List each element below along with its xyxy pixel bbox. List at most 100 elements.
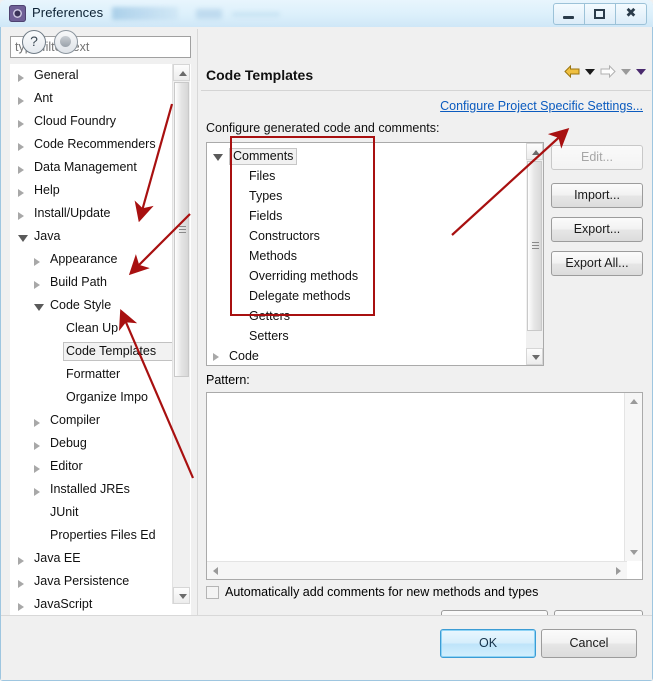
- sidebar-item-javascript[interactable]: JavaScript: [10, 593, 191, 616]
- sidebar-item-java-ee[interactable]: Java EE: [10, 547, 191, 570]
- template-item-comments[interactable]: Comments: [207, 146, 543, 166]
- sidebar-item-organize-impo[interactable]: Organize Impo: [10, 386, 191, 409]
- code-templates-tree[interactable]: CommentsFilesTypesFieldsConstructorsMeth…: [206, 142, 544, 366]
- chevron-down-icon[interactable]: [34, 304, 44, 311]
- forward-history-chevron-down-icon[interactable]: [621, 69, 631, 75]
- scroll-up-button[interactable]: [625, 393, 642, 410]
- sidebar-item-code-style[interactable]: Code Style: [10, 294, 191, 317]
- sidebar-item-general[interactable]: General: [10, 64, 191, 87]
- maximize-button[interactable]: [585, 3, 616, 25]
- export-button[interactable]: Export...: [551, 217, 643, 242]
- sidebar-item-label: Java Persistence: [34, 570, 129, 593]
- back-arrow-icon[interactable]: [564, 65, 580, 78]
- template-item-label: Files: [249, 166, 275, 186]
- template-item-files[interactable]: Files: [207, 166, 543, 186]
- chevron-down-icon[interactable]: [18, 235, 28, 242]
- cancel-button[interactable]: Cancel: [541, 629, 637, 658]
- sidebar-item-cloud-foundry[interactable]: Cloud Foundry: [10, 110, 191, 133]
- sidebar-item-installed-jres[interactable]: Installed JREs: [10, 478, 191, 501]
- chevron-right-icon[interactable]: [34, 419, 40, 427]
- chevron-right-icon[interactable]: [18, 74, 24, 82]
- forward-arrow-icon[interactable]: [600, 65, 616, 78]
- chevron-right-icon[interactable]: [34, 281, 40, 289]
- chevron-right-icon[interactable]: [34, 465, 40, 473]
- sidebar-item-junit[interactable]: JUnit: [10, 501, 191, 524]
- ok-button[interactable]: OK: [440, 629, 536, 658]
- template-item-setters[interactable]: Setters: [207, 326, 543, 346]
- sidebar-item-java[interactable]: Java: [10, 225, 191, 248]
- scroll-down-button[interactable]: [625, 544, 642, 561]
- sidebar-item-debug[interactable]: Debug: [10, 432, 191, 455]
- template-item-methods[interactable]: Methods: [207, 246, 543, 266]
- chevron-right-icon[interactable]: [18, 603, 24, 611]
- template-item-types[interactable]: Types: [207, 186, 543, 206]
- sidebar-item-properties-files-ed[interactable]: Properties Files Ed: [10, 524, 191, 547]
- scroll-up-button[interactable]: [526, 143, 543, 160]
- sidebar-item-label: Properties Files Ed: [50, 524, 156, 547]
- scroll-down-button[interactable]: [173, 587, 190, 604]
- template-item-overriding-methods[interactable]: Overriding methods: [207, 266, 543, 286]
- template-item-fields[interactable]: Fields: [207, 206, 543, 226]
- scroll-thumb[interactable]: [174, 82, 189, 377]
- template-item-label: Setters: [249, 326, 289, 346]
- auto-comment-checkbox[interactable]: [206, 586, 219, 599]
- sidebar-item-ant[interactable]: Ant: [10, 87, 191, 110]
- sidebar-item-compiler[interactable]: Compiler: [10, 409, 191, 432]
- chevron-right-icon[interactable]: [18, 97, 24, 105]
- templates-vertical-scrollbar[interactable]: [526, 143, 543, 365]
- sidebar-item-formatter[interactable]: Formatter: [10, 363, 191, 386]
- chevron-right-icon[interactable]: [18, 580, 24, 588]
- pattern-label: Pattern:: [206, 373, 250, 387]
- template-item-constructors[interactable]: Constructors: [207, 226, 543, 246]
- sidebar-item-build-path[interactable]: Build Path: [10, 271, 191, 294]
- scroll-down-button[interactable]: [526, 348, 543, 365]
- chevron-right-icon[interactable]: [18, 166, 24, 174]
- chevron-right-icon[interactable]: [34, 258, 40, 266]
- scroll-right-button[interactable]: [610, 562, 627, 579]
- scroll-thumb[interactable]: [527, 161, 542, 331]
- chevron-right-icon[interactable]: [18, 143, 24, 151]
- chevron-right-icon[interactable]: [213, 353, 219, 361]
- chevron-right-icon[interactable]: [18, 120, 24, 128]
- chevron-right-icon[interactable]: [18, 189, 24, 197]
- chevron-right-icon[interactable]: [18, 557, 24, 565]
- chevron-right-icon[interactable]: [18, 212, 24, 220]
- edit-button[interactable]: Edit...: [551, 145, 643, 170]
- configure-project-specific-settings-link[interactable]: Configure Project Specific Settings...: [440, 99, 643, 113]
- scroll-left-button[interactable]: [207, 562, 224, 579]
- sidebar-item-data-management[interactable]: Data Management: [10, 156, 191, 179]
- sidebar-item-appearance[interactable]: Appearance: [10, 248, 191, 271]
- template-item-label: Overriding methods: [249, 266, 358, 286]
- sidebar-item-java-persistence[interactable]: Java Persistence: [10, 570, 191, 593]
- sidebar-vertical-scrollbar[interactable]: [172, 64, 190, 604]
- minimize-button[interactable]: [553, 3, 585, 25]
- sidebar-item-clean-up[interactable]: Clean Up: [10, 317, 191, 340]
- sidebar-item-install-update[interactable]: Install/Update: [10, 202, 191, 225]
- sidebar-item-editor[interactable]: Editor: [10, 455, 191, 478]
- chevron-right-icon[interactable]: [34, 442, 40, 450]
- view-menu-chevron-down-icon[interactable]: [636, 69, 646, 75]
- close-button[interactable]: ✖: [616, 3, 647, 25]
- template-item-delegate-methods[interactable]: Delegate methods: [207, 286, 543, 306]
- auto-comment-row[interactable]: Automatically add comments for new metho…: [206, 585, 538, 599]
- template-item-getters[interactable]: Getters: [207, 306, 543, 326]
- code-templates-tree-body: CommentsFilesTypesFieldsConstructorsMeth…: [207, 143, 543, 366]
- ring-button-icon[interactable]: [54, 30, 78, 54]
- sidebar-item-label: Code Templates: [66, 340, 156, 363]
- scroll-up-button[interactable]: [173, 64, 190, 81]
- back-history-chevron-down-icon[interactable]: [585, 69, 595, 75]
- preferences-tree[interactable]: GeneralAntCloud FoundryCode Recommenders…: [10, 64, 191, 634]
- pattern-horizontal-scrollbar[interactable]: [207, 561, 627, 579]
- pattern-textarea[interactable]: [206, 392, 643, 580]
- template-item-code[interactable]: Code: [207, 346, 543, 366]
- sidebar-item-code-templates[interactable]: Code Templates: [10, 340, 191, 363]
- help-button[interactable]: ?: [22, 30, 46, 54]
- export-all-button[interactable]: Export All...: [551, 251, 643, 276]
- import-button[interactable]: Import...: [551, 183, 643, 208]
- pattern-vertical-scrollbar[interactable]: [624, 393, 642, 561]
- template-item-label: Delegate methods: [249, 286, 350, 306]
- chevron-down-icon[interactable]: [213, 154, 223, 161]
- sidebar-item-help[interactable]: Help: [10, 179, 191, 202]
- chevron-right-icon[interactable]: [34, 488, 40, 496]
- sidebar-item-code-recommenders[interactable]: Code Recommenders: [10, 133, 191, 156]
